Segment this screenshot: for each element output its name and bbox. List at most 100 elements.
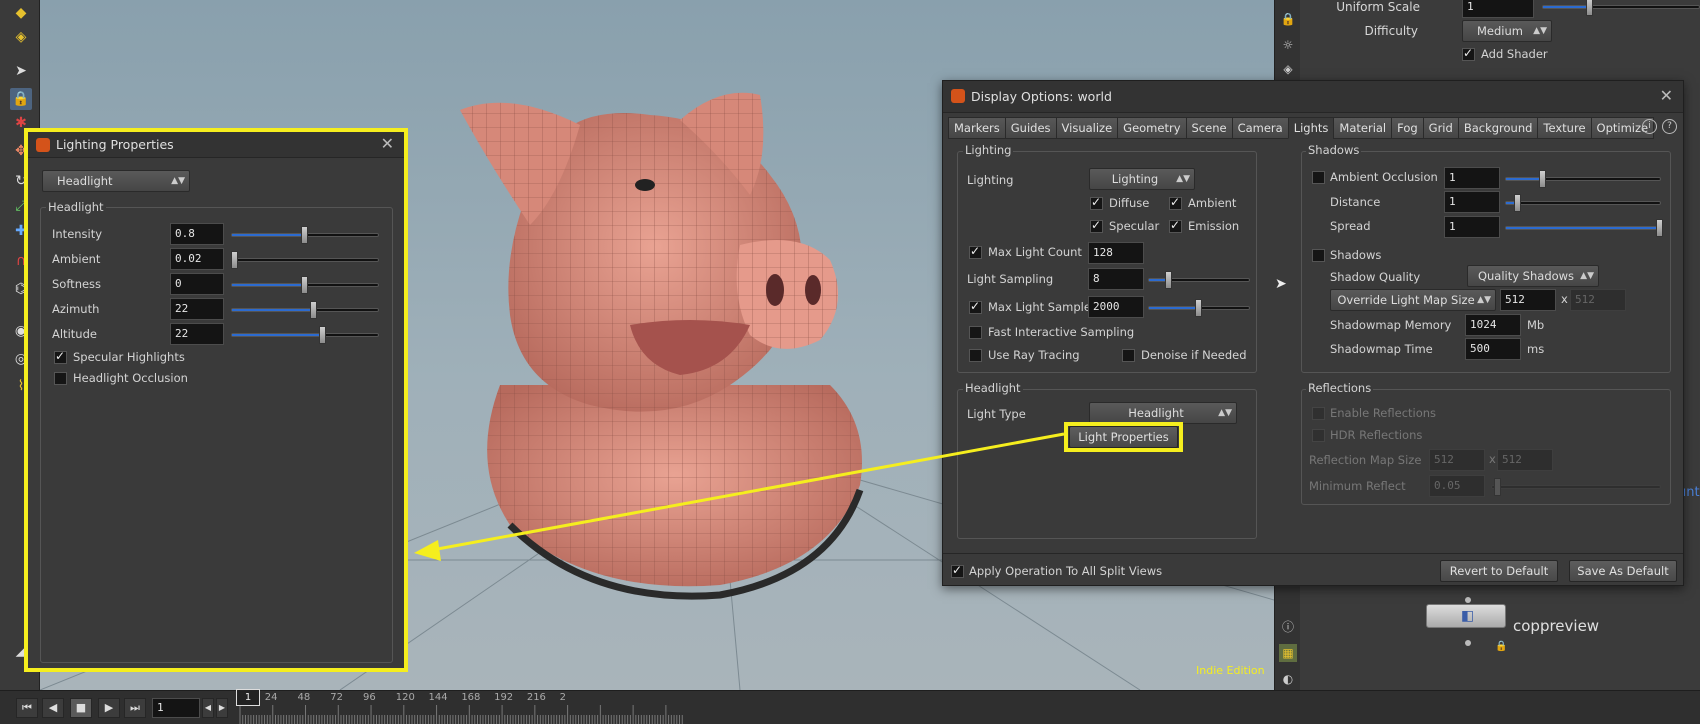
ambient-checkbox[interactable] bbox=[1169, 195, 1182, 210]
ambient-slider[interactable] bbox=[230, 251, 379, 269]
denoise-checkbox[interactable] bbox=[1122, 349, 1135, 362]
tab-guides[interactable]: Guides bbox=[1004, 117, 1056, 139]
azimuth-slider[interactable] bbox=[231, 301, 379, 319]
light-sampling-slider[interactable] bbox=[1148, 271, 1250, 289]
override-width-field[interactable]: 512 bbox=[1500, 289, 1556, 311]
handle-icon[interactable]: ◆ bbox=[10, 2, 32, 24]
specular-highlights-checkbox[interactable] bbox=[54, 349, 67, 364]
revert-to-default-button[interactable]: Revert to Default bbox=[1440, 560, 1558, 582]
uniform-scale-field[interactable]: 1 bbox=[1462, 0, 1534, 18]
ambient-occlusion-slider[interactable] bbox=[1505, 170, 1661, 188]
lighting-mode-dropdown[interactable]: Lighting ▲▼ bbox=[1089, 168, 1195, 190]
tab-material[interactable]: Material bbox=[1333, 117, 1392, 139]
display-options-titlebar[interactable]: Display Options: world ✕ bbox=[943, 81, 1683, 113]
tab-fog[interactable]: Fog bbox=[1391, 117, 1423, 139]
current-frame-marker[interactable]: 1 bbox=[236, 689, 260, 706]
play-forward-icon[interactable]: ▶ bbox=[98, 698, 120, 718]
lock-icon[interactable]: 🔒 bbox=[1279, 10, 1297, 28]
info-icon[interactable]: ⓘ bbox=[1279, 618, 1297, 636]
go-to-start-icon[interactable]: ⏮ bbox=[16, 698, 38, 718]
tab-markers[interactable]: Markers bbox=[948, 117, 1005, 139]
light-type-dropdown[interactable]: Headlight ▲▼ bbox=[1089, 402, 1237, 424]
close-icon[interactable]: ✕ bbox=[1660, 86, 1673, 105]
max-light-count-checkbox[interactable] bbox=[969, 244, 982, 259]
node-output-port[interactable] bbox=[1465, 640, 1471, 646]
fast-interactive-checkbox[interactable] bbox=[969, 326, 982, 339]
select-arrow-icon[interactable]: ➤ bbox=[10, 60, 32, 82]
distance-field[interactable]: 1 bbox=[1444, 191, 1500, 213]
reflection-map-height-field[interactable]: 512 bbox=[1497, 449, 1553, 471]
camera-view-icon[interactable]: ◐ bbox=[1279, 670, 1297, 688]
pig-head-model[interactable] bbox=[430, 85, 900, 605]
go-to-end-icon[interactable]: ⏭ bbox=[124, 698, 146, 718]
tab-geometry[interactable]: Geometry bbox=[1117, 117, 1186, 139]
close-icon[interactable]: ✕ bbox=[381, 134, 394, 153]
headlight-occlusion-checkbox[interactable] bbox=[54, 372, 67, 385]
diffuse-checkbox[interactable] bbox=[1090, 195, 1103, 210]
max-light-samples-checkbox[interactable] bbox=[969, 299, 982, 314]
frame-ruler[interactable]: 24 48 72 96 120 144 168 192 216 2 bbox=[232, 691, 1700, 724]
hdr-reflections-checkbox[interactable] bbox=[1312, 429, 1325, 442]
softness-slider[interactable] bbox=[231, 276, 379, 294]
intensity-field[interactable]: 0.8 bbox=[170, 223, 224, 245]
play-backward-icon[interactable]: ◀ bbox=[42, 698, 64, 718]
ambient-occlusion-checkbox[interactable] bbox=[1312, 171, 1325, 184]
minimum-reflect-field[interactable]: 0.05 bbox=[1429, 475, 1485, 497]
tab-camera[interactable]: Camera bbox=[1231, 117, 1288, 139]
add-shader-checkbox[interactable] bbox=[1462, 46, 1475, 61]
info-icon[interactable]: i bbox=[1642, 119, 1657, 134]
difficulty-dropdown[interactable]: Medium ▲▼ bbox=[1462, 20, 1552, 42]
azimuth-field[interactable]: 22 bbox=[170, 298, 224, 320]
paint-icon[interactable]: ◈ bbox=[10, 26, 32, 48]
shadows-checkbox[interactable] bbox=[1312, 249, 1325, 262]
tab-texture[interactable]: Texture bbox=[1537, 117, 1591, 139]
stop-icon[interactable]: ■ bbox=[70, 698, 92, 718]
frame-tick-label: 24 bbox=[264, 692, 278, 703]
ambient-field[interactable]: 0.02 bbox=[170, 248, 224, 270]
enable-reflections-checkbox[interactable] bbox=[1312, 407, 1325, 420]
light-select-dropdown[interactable]: Headlight ▲▼ bbox=[42, 170, 190, 192]
coppreview-node[interactable]: ◧ bbox=[1426, 604, 1506, 628]
override-light-map-dropdown[interactable]: Override Light Map Size ▲▼ bbox=[1330, 289, 1496, 311]
emission-checkbox[interactable] bbox=[1169, 218, 1182, 233]
uniform-scale-slider[interactable] bbox=[1542, 0, 1700, 16]
light-bulb-icon[interactable]: ☼ bbox=[1279, 36, 1297, 54]
spread-field[interactable]: 1 bbox=[1444, 216, 1500, 238]
step-back-icon[interactable]: ◀ bbox=[202, 698, 214, 718]
help-icon[interactable]: ? bbox=[1662, 119, 1677, 134]
spread-slider[interactable] bbox=[1505, 219, 1663, 237]
lock-icon[interactable]: 🔒 bbox=[10, 88, 32, 110]
intensity-slider[interactable] bbox=[231, 226, 379, 244]
max-light-samples-field[interactable]: 2000 bbox=[1088, 296, 1144, 318]
altitude-field[interactable]: 22 bbox=[170, 323, 224, 345]
use-ray-tracing-checkbox[interactable] bbox=[969, 349, 982, 362]
specular-checkbox[interactable] bbox=[1090, 218, 1103, 233]
tab-background[interactable]: Background bbox=[1457, 117, 1538, 139]
shadowmap-time-field[interactable]: 500 bbox=[1465, 338, 1521, 360]
apply-all-views-checkbox[interactable] bbox=[951, 563, 964, 578]
override-height-field[interactable]: 512 bbox=[1570, 289, 1626, 311]
frame-field[interactable]: 1 bbox=[152, 698, 200, 718]
step-forward-icon[interactable]: ▶ bbox=[216, 698, 228, 718]
altitude-slider[interactable] bbox=[231, 326, 379, 344]
minimum-reflect-slider[interactable] bbox=[1491, 478, 1661, 496]
layout-grid-icon[interactable]: ▦ bbox=[1279, 644, 1297, 662]
max-light-samples-slider[interactable] bbox=[1148, 299, 1250, 317]
lighting-properties-titlebar[interactable]: Lighting Properties ✕ bbox=[28, 132, 404, 158]
reflection-map-width-field[interactable]: 512 bbox=[1429, 449, 1485, 471]
save-as-default-button[interactable]: Save As Default bbox=[1569, 560, 1677, 582]
light-properties-button[interactable]: Light Properties bbox=[1069, 426, 1178, 448]
tab-scene[interactable]: Scene bbox=[1185, 117, 1232, 139]
light-sampling-field[interactable]: 8 bbox=[1088, 268, 1144, 290]
tab-lights[interactable]: Lights bbox=[1287, 117, 1334, 139]
shadow-quality-dropdown[interactable]: Quality Shadows ▲▼ bbox=[1467, 265, 1599, 287]
ambient-occlusion-field[interactable]: 1 bbox=[1444, 167, 1500, 189]
tab-grid[interactable]: Grid bbox=[1422, 117, 1458, 139]
node-input-port[interactable] bbox=[1465, 597, 1471, 603]
max-light-count-field[interactable]: 128 bbox=[1088, 242, 1144, 264]
display-icon[interactable]: ◈ bbox=[1279, 60, 1297, 78]
distance-slider[interactable] bbox=[1505, 194, 1661, 212]
shadowmap-memory-field[interactable]: 1024 bbox=[1465, 314, 1521, 336]
softness-field[interactable]: 0 bbox=[170, 273, 224, 295]
tab-visualize[interactable]: Visualize bbox=[1055, 117, 1118, 139]
